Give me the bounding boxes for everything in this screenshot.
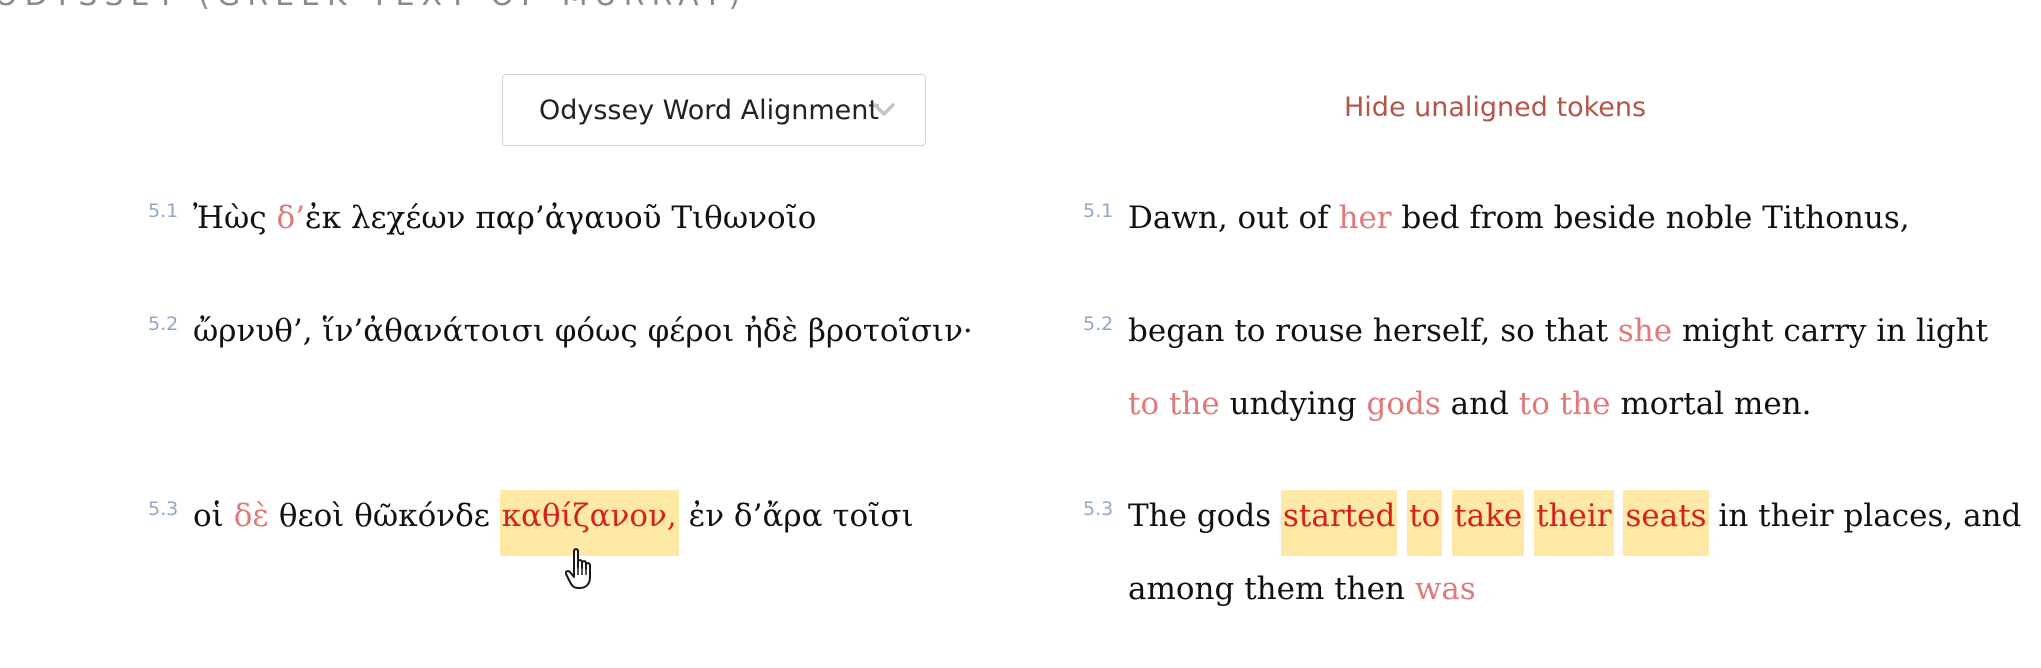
- greek-line: Ἠὼς δ’ἐκ λεχέων παρ’ἀγαυοῦ Τιθωνοῖο: [193, 200, 816, 236]
- english-token[interactable]: [1614, 498, 1624, 534]
- english-token-aligned[interactable]: her: [1338, 200, 1391, 236]
- greek-token[interactable]: ἐν δ’ἄρα τοῖσι: [679, 498, 914, 534]
- hide-unaligned-tokens-link[interactable]: Hide unaligned tokens: [1344, 92, 1646, 123]
- english-token-active[interactable]: started: [1280, 490, 1398, 556]
- greek-token-aligned[interactable]: δ’: [276, 200, 305, 236]
- english-token[interactable]: mortal men.: [1611, 386, 1811, 422]
- english-token-active[interactable]: seats: [1623, 490, 1709, 556]
- english-token[interactable]: [1397, 498, 1407, 534]
- greek-token-aligned[interactable]: δὲ: [234, 498, 269, 534]
- english-token[interactable]: The gods: [1128, 498, 1281, 534]
- english-line: Dawn, out of her bed from beside noble T…: [1128, 200, 1910, 236]
- alignment-select[interactable]: Odyssey Word Alignment: [502, 74, 926, 146]
- english-token-aligned[interactable]: was: [1415, 571, 1476, 607]
- greek-line: ὤρνυθ’, ἵν’ἀθανάτοισι φόως φέροι ἠδὲ βρο…: [193, 313, 973, 349]
- greek-token[interactable]: θεοὶ θῶκόνδε: [269, 498, 500, 534]
- english-token[interactable]: and: [1441, 386, 1519, 422]
- english-token[interactable]: began to rouse herself, so that: [1128, 313, 1618, 349]
- english-token[interactable]: might carry in light: [1672, 313, 1988, 349]
- english-line-ref: 5.1: [1083, 200, 1114, 222]
- greek-line: οἱ δὲ θεοὶ θῶκόνδε καθίζανον, ἐν δ’ἄρα τ…: [193, 490, 914, 556]
- greek-line-ref: 5.3: [148, 498, 179, 520]
- greek-token[interactable]: ὤρνυθ’, ἵν’ἀθανάτοισι φόως φέροι ἠδὲ βρο…: [193, 313, 973, 349]
- english-token[interactable]: [1442, 498, 1452, 534]
- english-token[interactable]: bed from beside noble Tithonus,: [1392, 200, 1909, 236]
- greek-line-ref: 5.2: [148, 313, 179, 335]
- greek-token[interactable]: οἱ: [193, 498, 234, 534]
- english-token[interactable]: undying: [1220, 386, 1367, 422]
- english-token-aligned[interactable]: she: [1618, 313, 1672, 349]
- english-token[interactable]: [1524, 498, 1534, 534]
- alignment-select-label: Odyssey Word Alignment: [539, 94, 879, 126]
- english-token-active[interactable]: to: [1407, 490, 1443, 556]
- english-line: among them then was: [1128, 571, 1476, 607]
- english-token-active[interactable]: take: [1452, 490, 1525, 556]
- english-token-aligned[interactable]: to the: [1128, 386, 1220, 422]
- english-line: began to rouse herself, so that she migh…: [1128, 313, 1988, 349]
- english-line-ref: 5.3: [1083, 498, 1114, 520]
- english-token[interactable]: in their places, and: [1709, 498, 2021, 534]
- english-token-aligned[interactable]: to the: [1519, 386, 1611, 422]
- greek-token[interactable]: ἐκ λεχέων παρ’ἀγαυοῦ Τιθωνοῖο: [305, 200, 817, 236]
- page-heading: ODYSSEY (GREEK TEXT OF MURRAY): [0, 0, 747, 13]
- english-token[interactable]: among them then: [1128, 571, 1415, 607]
- greek-line-ref: 5.1: [148, 200, 179, 222]
- chevron-down-icon: [873, 103, 895, 116]
- english-line: The gods started to take their seats in …: [1128, 490, 2021, 556]
- english-line-ref: 5.2: [1083, 313, 1114, 335]
- english-line: to the undying gods and to the mortal me…: [1128, 386, 1812, 422]
- english-token[interactable]: Dawn, out of: [1128, 200, 1338, 236]
- hand-pointer-cursor-icon: [565, 548, 591, 589]
- greek-token[interactable]: Ἠὼς: [193, 200, 276, 236]
- english-token-aligned[interactable]: gods: [1366, 386, 1440, 422]
- english-token-active[interactable]: their: [1534, 490, 1614, 556]
